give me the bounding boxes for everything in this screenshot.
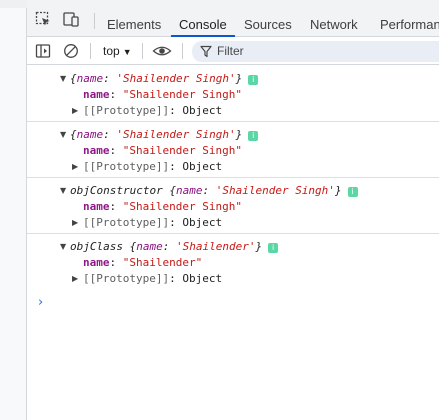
- left-panel-notch: [0, 0, 27, 8]
- context-selector[interactable]: top ▼: [103, 37, 132, 65]
- info-badge-icon[interactable]: i: [248, 131, 259, 141]
- property-key: name: [83, 88, 110, 101]
- property-value: "Shailender Singh": [122, 144, 242, 157]
- console-prompt-icon[interactable]: ›: [38, 295, 43, 310]
- collapsed-triangle-icon[interactable]: ▶: [72, 159, 78, 175]
- collapsed-triangle-icon[interactable]: ▶: [72, 103, 78, 119]
- info-badge-icon[interactable]: i: [248, 75, 259, 85]
- property-value: "Shailender Singh": [122, 88, 242, 101]
- filter-icon: [200, 45, 212, 58]
- eye-icon[interactable]: [152, 42, 172, 60]
- caret-down-icon: ▼: [122, 47, 132, 57]
- tab-console[interactable]: Console: [171, 0, 235, 37]
- device-toolbar-icon[interactable]: [62, 10, 80, 28]
- filter-placeholder: Filter: [217, 44, 244, 58]
- property-line: name: "Shailender Singh": [83, 88, 242, 101]
- tab-performance[interactable]: Performanc: [380, 0, 439, 37]
- tab-elements[interactable]: Elements: [107, 0, 161, 37]
- info-badge-icon[interactable]: i: [347, 187, 358, 197]
- tab-network[interactable]: Network: [310, 0, 358, 37]
- property-line: name: "Shailender": [83, 256, 203, 269]
- preview-value: 'Shailender': [175, 240, 256, 253]
- devtools-tab-bar: Elements Console Sources Network Perform…: [27, 0, 439, 37]
- console-log-entry: ▼ objConstructor {name: 'Shailender Sing…: [27, 178, 439, 234]
- preview-key: name: [175, 184, 203, 197]
- filter-input[interactable]: Filter: [192, 41, 439, 62]
- property-value: "Shailender": [122, 256, 203, 269]
- preview-key: name: [76, 72, 104, 85]
- constructor-name: objClass: [70, 240, 123, 253]
- console-messages: ▼ {name: 'Shailender Singh'} i name: "Sha…: [27, 66, 439, 290]
- expanded-triangle-icon[interactable]: ▼: [60, 71, 66, 87]
- property-value: "Shailender Singh": [122, 200, 242, 213]
- inspect-element-icon[interactable]: [34, 10, 52, 28]
- preview-key: name: [76, 128, 104, 141]
- property-key: name: [83, 200, 110, 213]
- property-line: name: "Shailender Singh": [83, 144, 242, 157]
- tab-bar-divider: [94, 13, 95, 29]
- prototype-label: [[Prototype]]: [83, 272, 170, 285]
- prototype-value: Object: [182, 272, 223, 285]
- console-toolbar: top ▼ Filter: [27, 37, 439, 65]
- prototype-label: [[Prototype]]: [83, 104, 170, 117]
- console-log-entry: ▼ {name: 'Shailender Singh'} i name: "Sha…: [27, 66, 439, 122]
- clear-console-icon[interactable]: [62, 42, 80, 60]
- expanded-triangle-icon[interactable]: ▼: [60, 239, 66, 255]
- prototype-label: [[Prototype]]: [83, 216, 170, 229]
- sidebar-toggle-icon[interactable]: [34, 42, 52, 60]
- toolbar-divider: [142, 43, 143, 59]
- expanded-triangle-icon[interactable]: ▼: [60, 127, 66, 143]
- property-line: name: "Shailender Singh": [83, 200, 242, 213]
- console-log-entry: ▼ {name: 'Shailender Singh'} i name: "Sha…: [27, 122, 439, 178]
- prototype-value: Object: [182, 104, 223, 117]
- expanded-triangle-icon[interactable]: ▼: [60, 183, 66, 199]
- left-panel-strip: [0, 0, 27, 420]
- context-label: top: [103, 44, 120, 58]
- preview-value: 'Shailender Singh': [116, 128, 236, 141]
- devtools-panel: Elements Console Sources Network Perform…: [27, 0, 439, 420]
- toolbar-divider: [90, 43, 91, 59]
- prototype-label: [[Prototype]]: [83, 160, 170, 173]
- constructor-name: objConstructor: [70, 184, 163, 197]
- preview-key: name: [136, 240, 163, 253]
- prototype-value: Object: [182, 160, 223, 173]
- collapsed-triangle-icon[interactable]: ▶: [72, 215, 78, 231]
- console-log-entry: ▼ objClass {name: 'Shailender'} i name: "…: [27, 234, 439, 290]
- preview-value: 'Shailender Singh': [215, 184, 335, 197]
- tab-sources[interactable]: Sources: [244, 0, 292, 37]
- info-badge-icon[interactable]: i: [268, 243, 279, 253]
- toolbar-divider: [182, 43, 183, 59]
- property-key: name: [83, 256, 110, 269]
- property-key: name: [83, 144, 110, 157]
- prototype-value: Object: [182, 216, 223, 229]
- preview-value: 'Shailender Singh': [116, 72, 236, 85]
- collapsed-triangle-icon[interactable]: ▶: [72, 271, 78, 287]
